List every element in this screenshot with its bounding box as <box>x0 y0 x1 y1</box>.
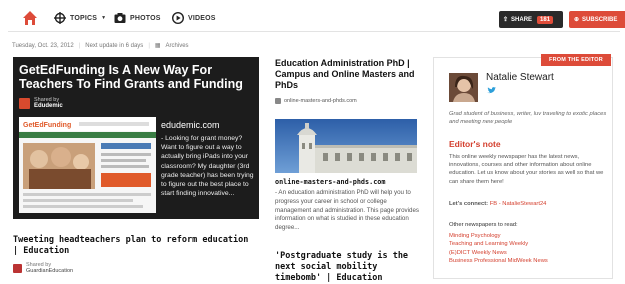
divider: | <box>148 42 150 49</box>
featured-article[interactable]: GetEdFunding Is A New Way For Teachers T… <box>13 57 259 219</box>
subscribe-label: SUBSCRIBE <box>582 16 618 23</box>
newspaper-link[interactable]: Business Professional MidWeek News <box>449 257 548 265</box>
twitter-icon[interactable] <box>487 87 496 94</box>
photos-label: PHOTOS <box>130 14 161 22</box>
newspaper-link[interactable]: Teaching and Learning Weekly <box>449 240 548 248</box>
share-count-badge: 181 <box>537 15 554 24</box>
sharer-name[interactable]: Edudemic <box>34 103 63 109</box>
article-image[interactable] <box>275 119 417 173</box>
sharer-name[interactable]: GuardianEducation <box>26 268 73 274</box>
divider: | <box>78 42 81 49</box>
top-bar: TOPICS ▼ PHOTOS VIDEOS ⇪ SHARE 181 ⊕ SUB… <box>8 6 625 32</box>
featured-thumbnail[interactable]: GetEdFunding <box>19 117 156 213</box>
editor-avatar[interactable] <box>449 73 478 102</box>
site-favicon-icon <box>275 98 281 104</box>
featured-source[interactable]: edudemic.com <box>161 120 220 130</box>
crosshair-icon <box>54 12 66 24</box>
connect-label: Let's connect: <box>449 201 489 207</box>
subscribe-button[interactable]: ⊕ SUBSCRIBE <box>569 11 625 28</box>
topics-label: TOPICS <box>70 14 98 22</box>
subscribe-icon: ⊕ <box>574 17 580 23</box>
topics-menu[interactable]: TOPICS ▼ <box>54 12 106 24</box>
article-description: - An education administration PhD will h… <box>275 189 420 232</box>
chevron-down-icon: ▼ <box>101 15 107 21</box>
article-shared-by: Shared by GuardianEducation <box>13 262 73 274</box>
calendar-icon: ▦ <box>154 43 161 49</box>
home-icon[interactable] <box>22 10 38 26</box>
source-domain: online-masters-and-phds.com <box>284 98 357 104</box>
website-screenshot-image: GetEdFunding <box>19 117 156 213</box>
featured-description: - Looking for grant money? Want to figur… <box>161 135 254 198</box>
videos-label: VIDEOS <box>188 14 216 22</box>
videos-link[interactable]: VIDEOS <box>172 12 216 24</box>
article-title[interactable]: Tweeting headteachers plan to reform edu… <box>13 235 253 257</box>
date-row: Tuesday, Oct. 23, 2012 | Next update in … <box>12 42 189 50</box>
share-label: SHARE <box>511 16 533 23</box>
other-newspapers-list: Minding Psychology Teaching and Learning… <box>449 232 548 265</box>
connect-links[interactable]: FB - NatalieStewart24 <box>490 201 547 207</box>
campus-building-image <box>275 119 417 173</box>
sharer-avatar <box>19 97 30 109</box>
editors-note-heading: Editor's note <box>449 139 501 149</box>
newspaper-link[interactable]: Minding Psychology <box>449 232 548 240</box>
newspaper-link[interactable]: (E)DICT Weekly News <box>449 249 548 257</box>
article-source[interactable]: online-masters-and-phds.com <box>275 98 357 104</box>
connect-line: Let's connect: FB - NatalieStewart24 <box>449 201 546 207</box>
camera-icon <box>114 13 126 23</box>
article-title[interactable]: Education Administration PhD | Campus an… <box>275 58 420 91</box>
photos-link[interactable]: PHOTOS <box>114 12 161 24</box>
issue-date: Tuesday, Oct. 23, 2012 <box>12 42 74 49</box>
editor-bio: Grad student of business, writer, luv tr… <box>449 111 607 125</box>
featured-shared-by: Shared by Edudemic <box>19 97 63 109</box>
from-the-editor-badge: FROM THE EDITOR <box>541 54 611 66</box>
editor-photo <box>449 73 478 102</box>
share-icon: ⇪ <box>503 17 509 23</box>
next-update: Next update in 6 days <box>85 42 144 49</box>
article-title[interactable]: 'Postgraduate study is the next social m… <box>275 251 425 284</box>
editor-name[interactable]: Natalie Stewart <box>486 72 554 83</box>
sharer-avatar <box>13 263 22 273</box>
archives-link[interactable]: Archives <box>166 43 189 49</box>
featured-title[interactable]: GetEdFunding Is A New Way For Teachers T… <box>19 63 255 91</box>
share-button[interactable]: ⇪ SHARE 181 <box>499 11 563 28</box>
article-source[interactable]: online-masters-and-phds.com <box>275 178 386 186</box>
editors-note-text: This online weekly newspaper has the lat… <box>449 154 604 185</box>
other-newspapers-heading: Other newspapers to read: <box>449 222 518 228</box>
play-icon <box>172 12 184 24</box>
thumb-logo: GetEdFunding <box>23 122 71 129</box>
